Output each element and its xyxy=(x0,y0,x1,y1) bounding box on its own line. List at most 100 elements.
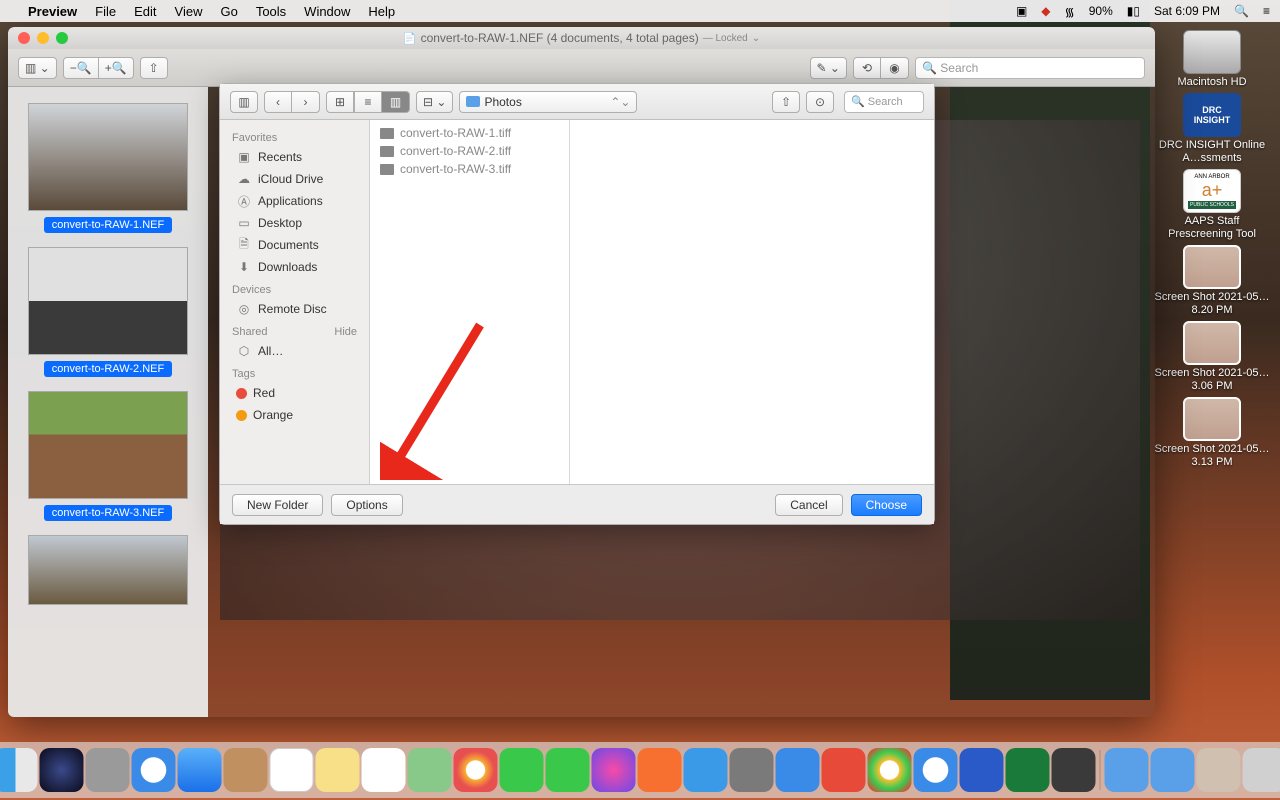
folder-popup[interactable]: Photos ⌃⌄ xyxy=(459,91,637,113)
locked-label[interactable]: — Locked xyxy=(703,33,748,44)
sidebar-item-applications[interactable]: ⒶApplications xyxy=(220,190,369,212)
wifi-icon[interactable]: ᯾ xyxy=(1065,3,1075,20)
thumbnail[interactable]: convert-to-RAW-1.NEF xyxy=(28,103,188,233)
sidebar-item-all[interactable]: ⬡All… xyxy=(220,340,369,362)
dock-calendar[interactable] xyxy=(270,748,314,792)
sidebar-toggle[interactable]: ▥ ⌄ xyxy=(18,57,57,79)
dock-books[interactable] xyxy=(638,748,682,792)
dock-safari[interactable] xyxy=(132,748,176,792)
dock-folder[interactable] xyxy=(1105,748,1149,792)
sidebar-item-downloads[interactable]: ⬇Downloads xyxy=(220,256,369,278)
menu-view[interactable]: View xyxy=(175,4,203,19)
battery-icon[interactable]: ▮▯ xyxy=(1127,4,1140,18)
menu-window[interactable]: Window xyxy=(304,4,350,19)
panel-sidebar-toggle[interactable]: ▥ xyxy=(230,91,258,113)
sidebar-tag-orange[interactable]: Orange xyxy=(220,404,369,426)
desktop-item-screenshot[interactable]: Screen Shot 2021-05…3.06 PM xyxy=(1152,321,1272,393)
group-button[interactable]: ⊟ ⌄ xyxy=(416,91,453,113)
markup-button[interactable]: ✎ ⌄ xyxy=(810,57,847,79)
highlight-button[interactable]: ◉ xyxy=(881,57,909,79)
sidebar-item-documents[interactable]: 🗎Documents xyxy=(220,234,369,256)
dock-launchpad[interactable] xyxy=(86,748,130,792)
sidebar-item-recents[interactable]: ▣Recents xyxy=(220,146,369,168)
menu-edit[interactable]: Edit xyxy=(134,4,156,19)
file-row[interactable]: convert-to-RAW-2.tiff xyxy=(370,142,569,160)
dock-prefs[interactable] xyxy=(730,748,774,792)
dock-facetime[interactable] xyxy=(546,748,590,792)
dock-trash[interactable] xyxy=(1243,748,1280,792)
panel-search[interactable]: 🔍 Search xyxy=(844,91,924,113)
file-row[interactable]: convert-to-RAW-3.tiff xyxy=(370,160,569,178)
dock-contacts[interactable] xyxy=(224,748,268,792)
zoom-out-button[interactable]: −🔍 xyxy=(63,57,99,79)
dock-reminders[interactable] xyxy=(362,748,406,792)
menu-go[interactable]: Go xyxy=(220,4,237,19)
dock-zoom[interactable] xyxy=(776,748,820,792)
dock-chrome[interactable] xyxy=(868,748,912,792)
menu-file[interactable]: File xyxy=(95,4,116,19)
desktop-item-hdd[interactable]: Macintosh HD xyxy=(1152,30,1272,89)
close-icon[interactable] xyxy=(18,32,30,44)
zoom-in-button[interactable]: +🔍 xyxy=(99,57,134,79)
dock-siri[interactable] xyxy=(40,748,84,792)
notification-center-icon[interactable]: ≡ xyxy=(1263,4,1270,18)
menu-help[interactable]: Help xyxy=(368,4,395,19)
dock-messages[interactable] xyxy=(500,748,544,792)
dock-itunes[interactable] xyxy=(592,748,636,792)
titlebar[interactable]: 📄 convert-to-RAW-1.NEF (4 documents, 4 t… xyxy=(8,27,1155,49)
share-button[interactable]: ⇧ xyxy=(140,57,168,79)
dock-maps[interactable] xyxy=(408,748,452,792)
dock-screenshot[interactable] xyxy=(1197,748,1241,792)
desktop-item-screenshot[interactable]: Screen Shot 2021-05…8.20 PM xyxy=(1152,245,1272,317)
dock-mail[interactable] xyxy=(178,748,222,792)
dock-app[interactable] xyxy=(822,748,866,792)
file-column[interactable]: convert-to-RAW-1.tiff convert-to-RAW-2.t… xyxy=(370,120,570,484)
desktop-label: DRC INSIGHT Online A…ssments xyxy=(1152,139,1272,165)
zoom-icon[interactable] xyxy=(56,32,68,44)
dock-safari2[interactable] xyxy=(914,748,958,792)
search-field[interactable]: 🔍 Search xyxy=(915,57,1145,79)
thumbnail-sidebar[interactable]: convert-to-RAW-1.NEF convert-to-RAW-2.NE… xyxy=(8,87,208,717)
minimize-icon[interactable] xyxy=(37,32,49,44)
thumbnail[interactable] xyxy=(28,535,188,605)
sidebar-item-icloud[interactable]: ☁iCloud Drive xyxy=(220,168,369,190)
file-row[interactable]: convert-to-RAW-1.tiff xyxy=(370,124,569,142)
desktop-item-screenshot[interactable]: Screen Shot 2021-05…3.13 PM xyxy=(1152,397,1272,469)
back-button[interactable]: ‹ xyxy=(264,91,292,113)
hide-button[interactable]: Hide xyxy=(334,326,357,338)
tags-button[interactable]: ⊙ xyxy=(806,91,834,113)
sidebar-tag-red[interactable]: Red xyxy=(220,382,369,404)
dock-excel[interactable] xyxy=(1006,748,1050,792)
dock-downloads[interactable] xyxy=(1151,748,1195,792)
sidebar-item-desktop[interactable]: ▭Desktop xyxy=(220,212,369,234)
share-button[interactable]: ⇧ xyxy=(772,91,800,113)
icon-view-button[interactable]: ⊞ xyxy=(326,91,354,113)
facetime-icon[interactable]: ▣ xyxy=(1016,4,1027,18)
dock-photos[interactable] xyxy=(454,748,498,792)
desktop-item-aaps[interactable]: ANN ARBORa+PUBLIC SCHOOLSAAPS Staff Pres… xyxy=(1152,169,1272,241)
column-view-button[interactable]: ▥ xyxy=(382,91,410,113)
sidebar-item-remotedisc[interactable]: ◎Remote Disc xyxy=(220,298,369,320)
spotlight-icon[interactable]: 🔍 xyxy=(1234,4,1249,18)
list-view-button[interactable]: ≡ xyxy=(354,91,382,113)
clock[interactable]: Sat 6:09 PM xyxy=(1154,4,1220,18)
thumbnail[interactable]: convert-to-RAW-2.NEF xyxy=(28,247,188,377)
dock-word[interactable] xyxy=(960,748,1004,792)
desktop-label: Macintosh HD xyxy=(1177,76,1246,89)
new-folder-button[interactable]: New Folder xyxy=(232,494,323,516)
dock-app2[interactable] xyxy=(1052,748,1096,792)
rotate-button[interactable]: ⟲ xyxy=(853,57,881,79)
desktop-item-drc[interactable]: DRCINSIGHTDRC INSIGHT Online A…ssments xyxy=(1152,93,1272,165)
cancel-button[interactable]: Cancel xyxy=(775,494,842,516)
status-icon[interactable]: ◆ xyxy=(1041,4,1050,18)
chevron-down-icon[interactable]: ⌄ xyxy=(752,33,760,44)
thumbnail[interactable]: convert-to-RAW-3.NEF xyxy=(28,391,188,521)
dock-finder[interactable] xyxy=(0,748,38,792)
forward-button[interactable]: › xyxy=(292,91,320,113)
choose-button[interactable]: Choose xyxy=(851,494,922,516)
dock-appstore[interactable] xyxy=(684,748,728,792)
app-menu[interactable]: Preview xyxy=(28,4,77,19)
options-button[interactable]: Options xyxy=(331,494,402,516)
menu-tools[interactable]: Tools xyxy=(256,4,286,19)
dock-notes[interactable] xyxy=(316,748,360,792)
